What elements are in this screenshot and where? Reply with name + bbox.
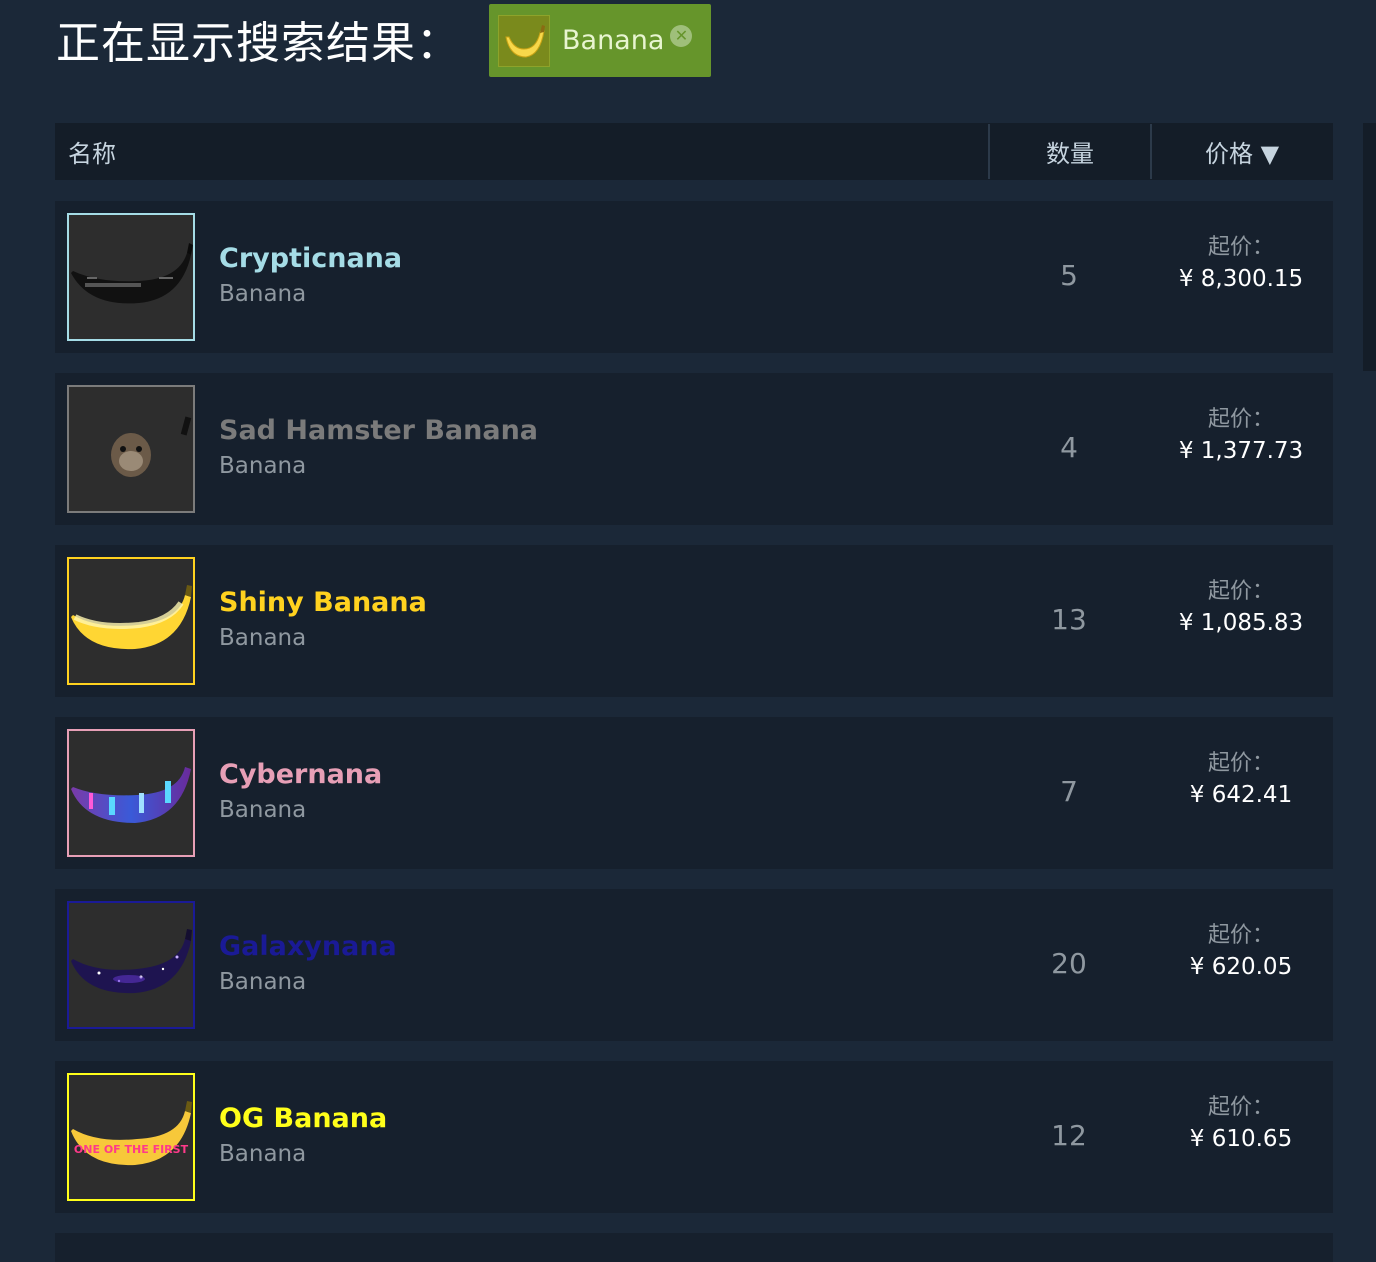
item-quantity: 20 <box>1051 947 1087 980</box>
banana-icon <box>498 14 550 67</box>
search-results-heading: 正在显示搜索结果： <box>56 18 461 69</box>
price-value: ¥ 1,085.83 <box>1178 610 1304 636</box>
price-label: 起价： <box>1207 923 1274 948</box>
item-type: Banana <box>219 797 307 823</box>
price-value: ¥ 8,300.15 <box>1178 266 1304 292</box>
filter-chip-label: Banana <box>562 25 665 56</box>
item-price-block: 起价： ¥ 642.41 <box>1151 749 1331 811</box>
price-value: ¥ 620.05 <box>1189 954 1293 980</box>
column-header-price-sort[interactable]: 价格 ▼ <box>1152 134 1332 169</box>
price-label: 起价： <box>1207 751 1274 776</box>
item-name[interactable]: Cybernana <box>219 759 382 790</box>
item-name[interactable]: Sad Hamster Banana <box>219 415 538 446</box>
item-price-block: 起价： ¥ 620.05 <box>1151 921 1331 983</box>
item-type: Banana <box>219 969 307 995</box>
item-quantity: 5 <box>1060 259 1078 292</box>
scrollbar[interactable] <box>1363 123 1376 371</box>
listing-row-cybernana[interactable]: Cybernana Banana 7 起价： ¥ 642.41 <box>55 717 1333 869</box>
galaxy-banana-icon <box>67 901 195 1029</box>
item-quantity: 13 <box>1051 603 1087 636</box>
item-quantity: 4 <box>1060 431 1078 464</box>
price-value: ¥ 642.41 <box>1189 782 1293 808</box>
item-name[interactable]: Shiny Banana <box>219 587 427 618</box>
item-type: Banana <box>219 625 307 651</box>
item-price-block: 起价： ¥ 1,085.83 <box>1151 577 1331 639</box>
filter-chip-banana[interactable]: Banana ✕ <box>489 4 711 77</box>
column-header-quantity[interactable]: 数量 <box>990 134 1150 169</box>
price-value: ¥ 1,377.73 <box>1178 438 1304 464</box>
listing-row-partial[interactable] <box>55 1233 1333 1262</box>
listing-row-shiny-banana[interactable]: Shiny Banana Banana 13 起价： ¥ 1,085.83 <box>55 545 1333 697</box>
thumbnail-text: ONE OF THE FIRST <box>74 1143 189 1156</box>
item-type: Banana <box>219 281 307 307</box>
sad-hamster-banana-icon <box>67 385 195 513</box>
cybernana-banana-icon <box>67 729 195 857</box>
price-value: ¥ 610.65 <box>1189 1126 1293 1152</box>
column-header-name[interactable]: 名称 <box>55 134 988 169</box>
item-name[interactable]: OG Banana <box>219 1103 387 1134</box>
listing-row-sad-hamster-banana[interactable]: Sad Hamster Banana Banana 4 起价： ¥ 1,377.… <box>55 373 1333 525</box>
results-table-header: 名称 数量 价格 ▼ <box>55 123 1333 180</box>
price-label: 起价： <box>1207 579 1274 604</box>
item-name[interactable]: Crypticnana <box>219 243 402 274</box>
item-price-block: 起价： ¥ 8,300.15 <box>1151 233 1331 295</box>
price-label: 起价： <box>1207 235 1274 260</box>
market-search-page: 正在显示搜索结果： Banana ✕ 名称 数量 价格 ▼ Crypticnan… <box>0 0 1376 1262</box>
crypticnana-banana-icon <box>67 213 195 341</box>
price-label: 起价： <box>1207 1095 1274 1120</box>
listing-row-og-banana[interactable]: ONE OF THE FIRST OG Banana Banana 12 起价：… <box>55 1061 1333 1213</box>
close-icon[interactable]: ✕ <box>670 24 693 47</box>
item-price-block: 起价： ¥ 610.65 <box>1151 1093 1331 1155</box>
price-label: 起价： <box>1207 407 1274 432</box>
item-quantity: 7 <box>1060 775 1078 808</box>
item-name[interactable]: Galaxynana <box>219 931 397 962</box>
listing-row-galaxynana[interactable]: Galaxynana Banana 20 起价： ¥ 620.05 <box>55 889 1333 1041</box>
item-quantity: 12 <box>1051 1119 1087 1152</box>
item-type: Banana <box>219 453 307 479</box>
item-type: Banana <box>219 1141 307 1167</box>
shiny-banana-icon <box>67 557 195 685</box>
item-price-block: 起价： ¥ 1,377.73 <box>1151 405 1331 467</box>
listing-row-crypticnana[interactable]: Crypticnana Banana 5 起价： ¥ 8,300.15 <box>55 201 1333 353</box>
og-banana-icon: ONE OF THE FIRST <box>67 1073 195 1201</box>
